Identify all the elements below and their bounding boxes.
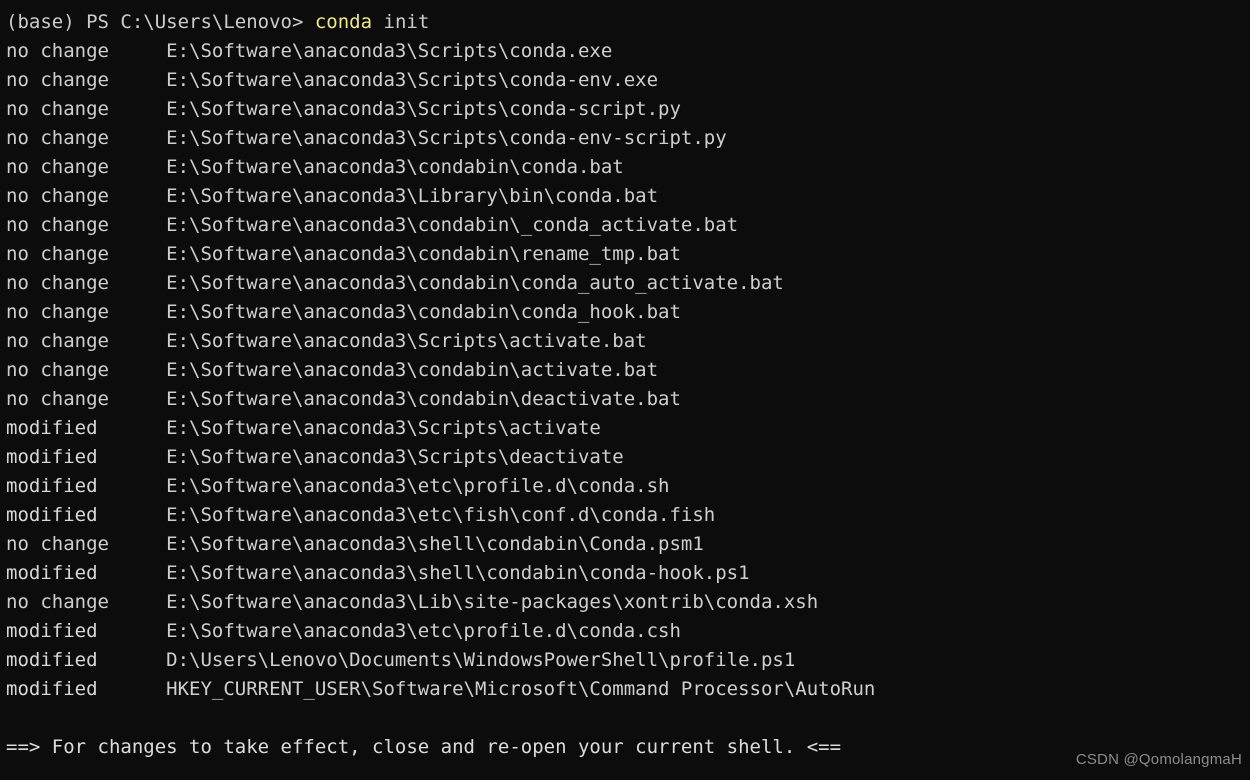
row-path: HKEY_CURRENT_USER\Software\Microsoft\Com…	[166, 678, 876, 700]
watermark: CSDN @QomolangmaH	[1075, 751, 1242, 768]
output-row: no change E:\Software\anaconda3\Scripts\a…	[6, 327, 1250, 356]
row-status: no change	[6, 185, 109, 207]
row-path: E:\Software\anaconda3\condabin\rename_tm…	[166, 243, 681, 265]
row-path: E:\Software\anaconda3\condabin\_conda_ac…	[166, 214, 739, 236]
command-arguments: init	[372, 11, 430, 33]
row-path: E:\Software\anaconda3\Scripts\deactivate	[166, 446, 624, 468]
prompt-prefix: (base) PS C:\Users\Lenovo>	[6, 11, 315, 33]
output-row: no change E:\Software\anaconda3\condabin\…	[6, 153, 1250, 182]
row-path: E:\Software\anaconda3\Lib\site-packages\…	[166, 591, 819, 613]
output-row: no change E:\Software\anaconda3\condabin\…	[6, 240, 1250, 269]
row-status: no change	[6, 272, 109, 294]
row-status: no change	[6, 301, 109, 323]
row-path: E:\Software\anaconda3\etc\profile.d\cond…	[166, 620, 681, 642]
row-path: E:\Software\anaconda3\Library\bin\conda.…	[166, 185, 659, 207]
row-status: modified	[6, 504, 98, 526]
output-row: no change E:\Software\anaconda3\condabin\…	[6, 211, 1250, 240]
row-path: E:\Software\anaconda3\condabin\conda_hoo…	[166, 301, 681, 323]
row-status: no change	[6, 359, 109, 381]
output-row: no change E:\Software\anaconda3\Lib\site-…	[6, 588, 1250, 617]
row-path: E:\Software\anaconda3\condabin\deactivat…	[166, 388, 681, 410]
row-path: E:\Software\anaconda3\condabin\activate.…	[166, 359, 659, 381]
output-row: no change E:\Software\anaconda3\Scripts\c…	[6, 66, 1250, 95]
output-row: no change E:\Software\anaconda3\condabin\…	[6, 298, 1250, 327]
row-path: E:\Software\anaconda3\condabin\conda.bat	[166, 156, 624, 178]
row-status: no change	[6, 98, 109, 120]
terminal-window[interactable]: (base) PS C:\Users\Lenovo> conda init no…	[0, 0, 1250, 780]
output-row: modified HKEY_CURRENT_USER\Software\Micro…	[6, 675, 1250, 704]
output-row: no change E:\Software\anaconda3\Scripts\c…	[6, 37, 1250, 66]
row-path: E:\Software\anaconda3\etc\fish\conf.d\co…	[166, 504, 716, 526]
row-path: E:\Software\anaconda3\Scripts\activate.b…	[166, 330, 647, 352]
row-path: E:\Software\anaconda3\etc\profile.d\cond…	[166, 475, 670, 497]
command-keyword: conda	[314, 11, 373, 33]
output-row: modified E:\Software\anaconda3\shell\cond…	[6, 559, 1250, 588]
row-status: no change	[6, 533, 109, 555]
row-path: E:\Software\anaconda3\shell\condabin\con…	[166, 562, 750, 584]
output-row: modified E:\Software\anaconda3\etc\fish\c…	[6, 501, 1250, 530]
row-status: no change	[6, 214, 109, 236]
output-row: modified E:\Software\anaconda3\Scripts\ac…	[6, 414, 1250, 443]
row-status: no change	[6, 330, 109, 352]
row-status: modified	[6, 649, 98, 671]
row-status: no change	[6, 388, 109, 410]
prompt-line: (base) PS C:\Users\Lenovo> conda init	[6, 8, 1250, 37]
row-status: no change	[6, 40, 109, 62]
final-message: ==> For changes to take effect, close an…	[6, 736, 842, 758]
row-status: no change	[6, 156, 109, 178]
row-path: D:\Users\Lenovo\Documents\WindowsPowerSh…	[166, 649, 796, 671]
row-path: E:\Software\anaconda3\Scripts\conda.exe	[166, 40, 613, 62]
row-path: E:\Software\anaconda3\condabin\conda_aut…	[166, 272, 784, 294]
output-row: modified D:\Users\Lenovo\Documents\Window…	[6, 646, 1250, 675]
row-status: no change	[6, 69, 109, 91]
output-row: modified E:\Software\anaconda3\Scripts\de…	[6, 443, 1250, 472]
conda-init-output-list: no change E:\Software\anaconda3\Scripts\c…	[6, 37, 1250, 704]
row-status: modified	[6, 620, 98, 642]
output-row: modified E:\Software\anaconda3\etc\profil…	[6, 472, 1250, 501]
row-status: no change	[6, 127, 109, 149]
row-path: E:\Software\anaconda3\shell\condabin\Con…	[166, 533, 704, 555]
row-path: E:\Software\anaconda3\Scripts\conda-env.…	[166, 69, 659, 91]
output-row: no change E:\Software\anaconda3\shell\con…	[6, 530, 1250, 559]
output-row: no change E:\Software\anaconda3\condabin\…	[6, 269, 1250, 298]
output-row: modified E:\Software\anaconda3\etc\profil…	[6, 617, 1250, 646]
row-path: E:\Software\anaconda3\Scripts\activate	[166, 417, 601, 439]
row-status: modified	[6, 678, 98, 700]
output-row: no change E:\Software\anaconda3\condabin\…	[6, 385, 1250, 414]
output-row: no change E:\Software\anaconda3\Library\b…	[6, 182, 1250, 211]
row-path: E:\Software\anaconda3\Scripts\conda-scri…	[166, 98, 681, 120]
output-row: no change E:\Software\anaconda3\condabin\…	[6, 356, 1250, 385]
output-row: no change E:\Software\anaconda3\Scripts\c…	[6, 124, 1250, 153]
row-status: modified	[6, 446, 98, 468]
output-row: no change E:\Software\anaconda3\Scripts\c…	[6, 95, 1250, 124]
row-status: no change	[6, 591, 109, 613]
row-status: modified	[6, 562, 98, 584]
row-status: modified	[6, 417, 98, 439]
row-path: E:\Software\anaconda3\Scripts\conda-env-…	[166, 127, 727, 149]
row-status: no change	[6, 243, 109, 265]
row-status: modified	[6, 475, 98, 497]
